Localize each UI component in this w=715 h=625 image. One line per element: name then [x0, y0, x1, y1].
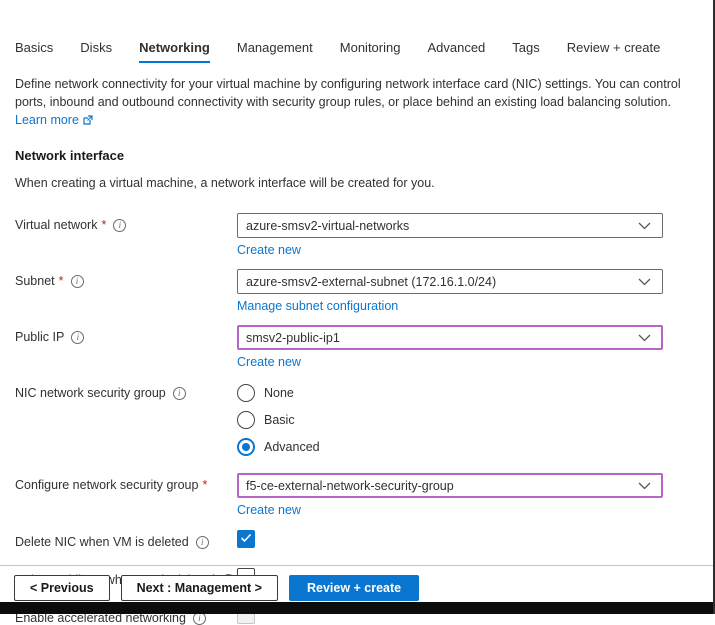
configure-nsg-label: Configure network security group * — [15, 473, 237, 492]
radio-label-none: None — [264, 386, 294, 400]
public-ip-dropdown[interactable]: smsv2-public-ip1 — [237, 325, 663, 350]
nic-nsg-label-text: NIC network security group — [15, 386, 166, 400]
nic-nsg-label: NIC network security group i — [15, 384, 237, 400]
section-intro-text: When creating a virtual machine, a netwo… — [15, 176, 713, 190]
radio-label-advanced: Advanced — [264, 440, 320, 454]
footer-divider — [0, 565, 713, 567]
chevron-down-icon — [638, 278, 651, 286]
configure-nsg-value: f5-ce-external-network-security-group — [246, 479, 454, 493]
info-icon[interactable]: i — [71, 275, 84, 288]
window-bottom-edge — [0, 602, 713, 614]
learn-more-label: Learn more — [15, 113, 79, 127]
public-ip-value: smsv2-public-ip1 — [246, 331, 340, 345]
radio-option-advanced[interactable]: Advanced — [237, 438, 663, 456]
configure-nsg-label-text: Configure network security group — [15, 478, 198, 492]
section-heading-network-interface: Network interface — [15, 148, 713, 163]
configure-nsg-dropdown[interactable]: f5-ce-external-network-security-group — [237, 473, 663, 498]
info-icon[interactable]: i — [113, 219, 126, 232]
required-asterisk: * — [101, 218, 106, 232]
radio-option-basic[interactable]: Basic — [237, 411, 663, 429]
radio-option-none[interactable]: None — [237, 384, 663, 402]
external-link-icon — [83, 115, 93, 125]
tab-basics[interactable]: Basics — [15, 40, 53, 63]
page-description: Define network connectivity for your vir… — [15, 76, 698, 111]
delete-nic-row: Delete NIC when VM is deleted i — [15, 530, 713, 549]
manage-subnet-configuration-link[interactable]: Manage subnet configuration — [237, 299, 398, 313]
networking-tab-page: Basics Disks Networking Management Monit… — [0, 0, 715, 614]
tab-disks[interactable]: Disks — [80, 40, 112, 63]
radio-button-icon — [237, 384, 255, 402]
tab-tags[interactable]: Tags — [512, 40, 539, 63]
chevron-down-icon — [638, 334, 651, 342]
wizard-footer: < Previous Next : Management > Review + … — [14, 575, 419, 601]
info-icon[interactable]: i — [173, 387, 186, 400]
networking-form: Virtual network * i azure-smsv2-virtual-ne… — [15, 213, 713, 625]
required-asterisk: * — [202, 478, 207, 492]
virtual-network-row: Virtual network * i azure-smsv2-virtual-ne… — [15, 213, 713, 259]
review-create-button[interactable]: Review + create — [289, 575, 419, 601]
radio-dot — [242, 443, 250, 451]
tab-networking[interactable]: Networking — [139, 40, 210, 63]
virtual-network-value: azure-smsv2-virtual-networks — [246, 219, 409, 233]
previous-button[interactable]: < Previous — [14, 575, 110, 601]
tab-review-create[interactable]: Review + create — [567, 40, 661, 63]
required-asterisk: * — [59, 274, 64, 288]
subnet-label: Subnet * i — [15, 269, 237, 288]
tab-advanced[interactable]: Advanced — [427, 40, 485, 63]
checkmark-icon — [240, 530, 252, 548]
nic-nsg-row: NIC network security group i None Basic A… — [15, 384, 713, 465]
virtual-network-label: Virtual network * i — [15, 213, 237, 232]
delete-nic-checkbox[interactable] — [237, 530, 255, 548]
public-ip-create-new-link[interactable]: Create new — [237, 355, 301, 369]
tab-management[interactable]: Management — [237, 40, 313, 63]
virtual-network-create-new-link[interactable]: Create new — [237, 243, 301, 257]
learn-more-link[interactable]: Learn more — [15, 113, 93, 127]
delete-nic-label: Delete NIC when VM is deleted i — [15, 530, 237, 549]
public-ip-label: Public IP i — [15, 325, 237, 344]
configure-nsg-create-new-link[interactable]: Create new — [237, 503, 301, 517]
chevron-down-icon — [638, 482, 651, 490]
subnet-label-text: Subnet — [15, 274, 55, 288]
subnet-value: azure-smsv2-external-subnet (172.16.1.0/… — [246, 275, 496, 289]
tab-monitoring[interactable]: Monitoring — [340, 40, 401, 63]
wizard-tab-strip: Basics Disks Networking Management Monit… — [0, 0, 713, 63]
subnet-dropdown[interactable]: azure-smsv2-external-subnet (172.16.1.0/… — [237, 269, 663, 294]
subnet-row: Subnet * i azure-smsv2-external-subnet (17… — [15, 269, 713, 315]
configure-nsg-row: Configure network security group * f5-ce-… — [15, 473, 713, 519]
radio-button-icon — [237, 411, 255, 429]
public-ip-label-text: Public IP — [15, 330, 64, 344]
public-ip-row: Public IP i smsv2-public-ip1 Create new — [15, 325, 713, 371]
info-icon[interactable]: i — [196, 536, 209, 549]
virtual-network-dropdown[interactable]: azure-smsv2-virtual-networks — [237, 213, 663, 238]
delete-nic-label-text: Delete NIC when VM is deleted — [15, 535, 189, 549]
virtual-network-label-text: Virtual network — [15, 218, 97, 232]
radio-button-selected-icon — [237, 438, 255, 456]
chevron-down-icon — [638, 222, 651, 230]
info-icon[interactable]: i — [71, 331, 84, 344]
next-management-button[interactable]: Next : Management > — [121, 575, 278, 601]
radio-label-basic: Basic — [264, 413, 295, 427]
